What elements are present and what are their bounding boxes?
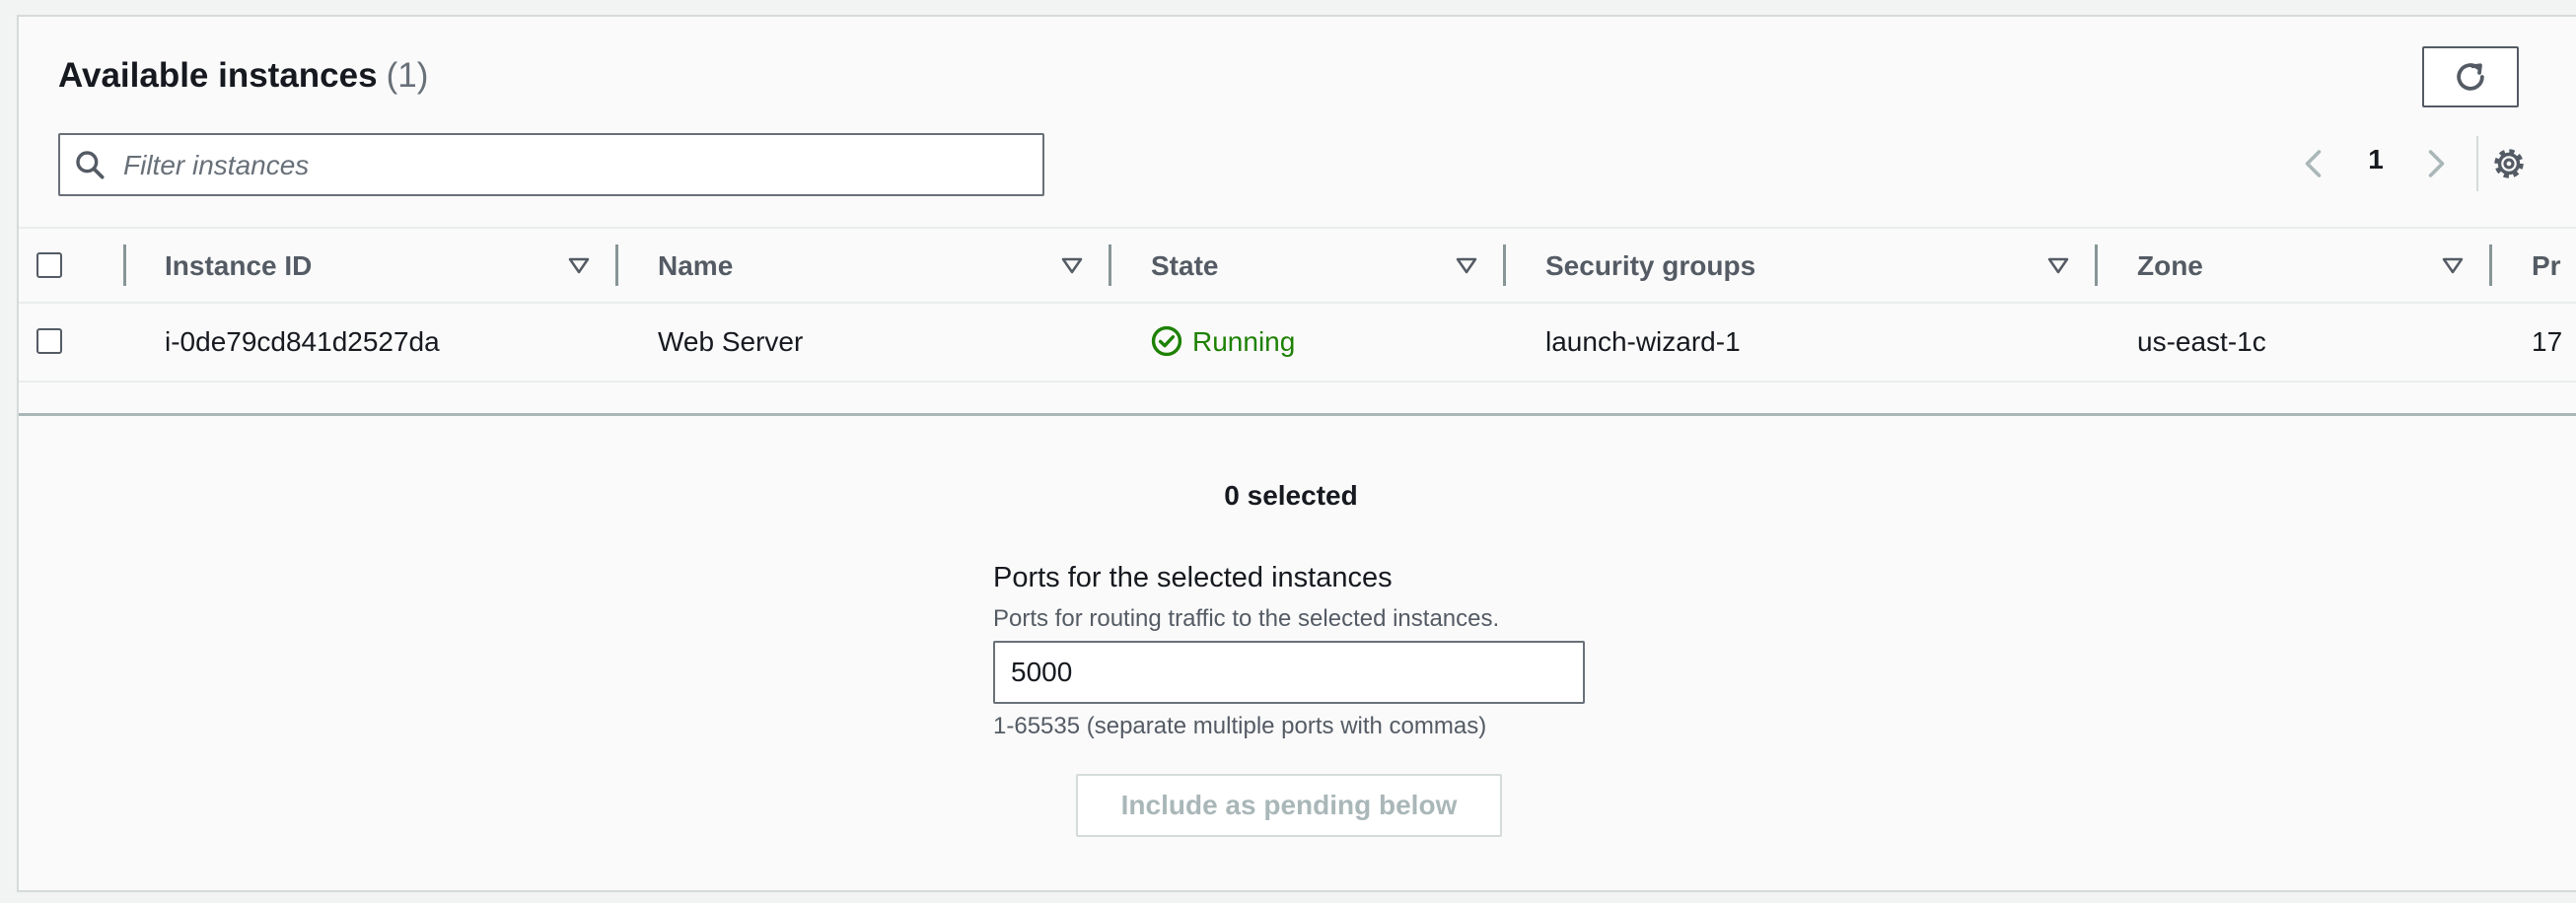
filter-search-box[interactable] [58, 133, 1044, 196]
column-header-name[interactable]: Name [658, 250, 733, 282]
column-divider [123, 244, 126, 286]
ports-label: Ports for the selected instances [993, 562, 1393, 593]
column-header-zone[interactable]: Zone [2137, 250, 2203, 282]
selected-count: 0 selected [1224, 480, 1358, 511]
cell-zone: us-east-1c [2137, 326, 2266, 357]
panel-title: Available instances (1) [58, 56, 428, 96]
cell-security-groups: launch-wizard-1 [1545, 326, 1741, 357]
chevron-right-icon[interactable] [2417, 144, 2453, 183]
check-circle-icon [1151, 325, 1182, 357]
gear-icon[interactable] [2490, 145, 2528, 182]
ports-input[interactable] [993, 641, 1585, 704]
pagination-divider [2476, 136, 2478, 191]
sort-down-icon[interactable] [1060, 253, 1084, 277]
column-divider [615, 244, 618, 286]
column-divider [2095, 244, 2098, 286]
sort-down-icon[interactable] [2046, 253, 2070, 277]
panel-title-text: Available instances [58, 56, 378, 95]
row-select-checkbox[interactable] [36, 328, 62, 354]
cell-state: Running [1192, 326, 1296, 357]
select-all-checkbox[interactable] [36, 252, 62, 278]
available-instances-panel: Available instances(1) 1 Instance ID Nam… [17, 15, 2576, 892]
cell-private-ip: 17 [2532, 326, 2563, 357]
cell-instance-id: i-0de79cd841d2527da [165, 326, 440, 357]
section-divider [19, 413, 2576, 416]
table-row[interactable]: i-0de79cd841d2527da Web Server Running l… [19, 304, 2576, 382]
sort-down-icon[interactable] [567, 253, 591, 277]
column-divider [1109, 244, 1111, 286]
sort-down-icon[interactable] [1455, 253, 1478, 277]
cell-name: Web Server [658, 326, 804, 357]
include-as-pending-button[interactable]: Include as pending below [1076, 774, 1502, 837]
column-header-security-groups[interactable]: Security groups [1545, 250, 1755, 282]
column-divider [2489, 244, 2492, 286]
refresh-icon [2457, 63, 2484, 91]
column-header-state[interactable]: State [1151, 250, 1218, 282]
search-icon [76, 151, 105, 179]
column-header-private-ip[interactable]: Pr [2532, 250, 2561, 282]
current-page-number[interactable]: 1 [2356, 144, 2396, 175]
filter-instances-input[interactable] [121, 143, 1013, 188]
ports-hint: 1-65535 (separate multiple ports with co… [993, 713, 1487, 739]
chevron-left-icon[interactable] [2297, 144, 2332, 183]
refresh-button[interactable] [2422, 46, 2519, 107]
instance-count: (1) [386, 56, 429, 95]
ports-description: Ports for routing traffic to the selecte… [993, 605, 1500, 632]
column-divider [1503, 244, 1506, 286]
table-header: Instance ID Name State Security groups Z… [19, 227, 2576, 304]
column-header-instance-id[interactable]: Instance ID [165, 250, 312, 282]
sort-down-icon[interactable] [2441, 253, 2465, 277]
